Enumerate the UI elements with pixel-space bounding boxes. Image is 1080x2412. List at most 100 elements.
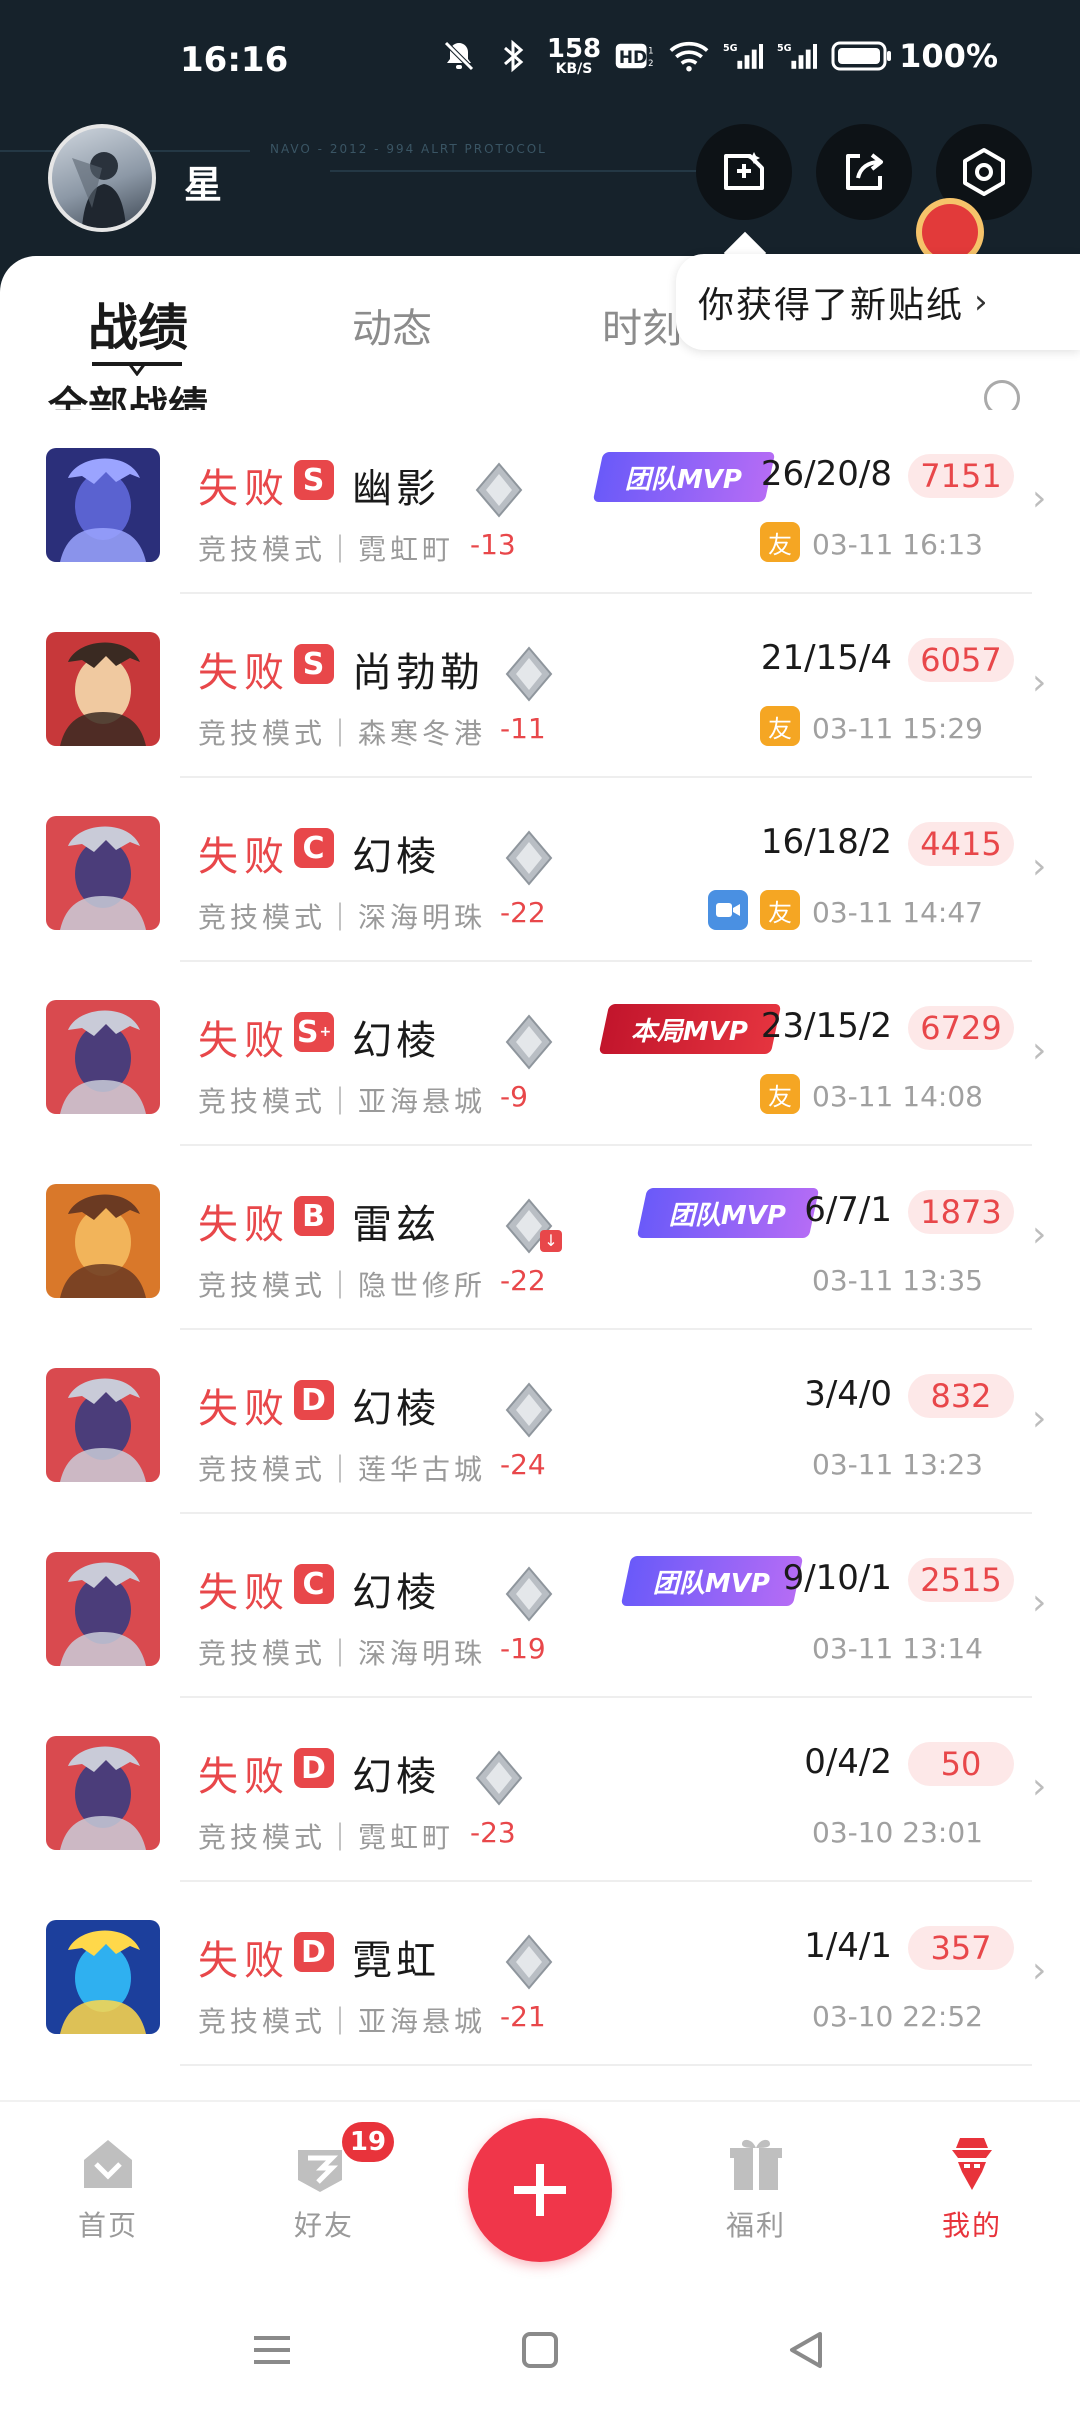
svg-text:2: 2 bbox=[648, 58, 653, 68]
performance-grade: C bbox=[294, 828, 334, 868]
user-avatar[interactable] bbox=[48, 124, 156, 232]
chevron-right-icon: › bbox=[1032, 1950, 1047, 1991]
kda: 16/18/2 bbox=[760, 822, 892, 862]
home-square-icon[interactable] bbox=[510, 2320, 570, 2380]
hero-portrait bbox=[46, 448, 160, 562]
grade-letter: D bbox=[301, 1382, 326, 1418]
performance-grade: S bbox=[294, 460, 334, 500]
match-mode-map: 竞技模式｜森寒冬港 bbox=[198, 717, 487, 750]
nav-profile[interactable]: 我的 bbox=[912, 2132, 1032, 2244]
match-result: 失败 bbox=[198, 466, 290, 512]
friend-badge: 友 bbox=[760, 1074, 800, 1114]
section-title: 全部战绩 bbox=[48, 384, 208, 410]
hero-portrait bbox=[46, 1920, 160, 2034]
svg-text:HD: HD bbox=[619, 47, 647, 67]
nav-gifts-label: 福利 bbox=[725, 2209, 786, 2242]
kda: 3/4/0 bbox=[804, 1374, 892, 1414]
match-row[interactable]: 失败 B 雷兹 竞技模式｜隐世修所 ↓ -22 团队MVP 6/7/1 1873 03-11 1… bbox=[0, 1146, 1080, 1330]
rank-diamond-icon bbox=[505, 646, 553, 702]
chevron-right-icon: › bbox=[1032, 1766, 1047, 1807]
profile-icon bbox=[940, 2132, 1004, 2196]
info-icon[interactable] bbox=[984, 380, 1020, 410]
hero-name: 幻棱 bbox=[352, 1754, 440, 1800]
friend-badge: 友 bbox=[760, 706, 800, 746]
match-time: 03-10 23:01 bbox=[812, 1816, 983, 1849]
nav-home[interactable]: 首页 bbox=[48, 2132, 168, 2244]
match-row[interactable]: 失败 C 幻棱 竞技模式｜深海明珠 -19 团队MVP 9/10/1 2515 03-11 1… bbox=[0, 1514, 1080, 1698]
hero-name: 幻棱 bbox=[352, 1570, 440, 1616]
match-row[interactable]: 失败 S 尚勃勒 竞技模式｜森寒冬港 -11 21/15/4 6057 友 03-11 15:… bbox=[0, 594, 1080, 778]
kda: 6/7/1 bbox=[804, 1190, 892, 1230]
grade-letter: B bbox=[302, 1198, 325, 1234]
tab-moments[interactable]: 时刻 bbox=[602, 296, 682, 354]
performance-grade: D bbox=[294, 1748, 334, 1788]
sticker-button[interactable] bbox=[696, 124, 792, 220]
performance-grade: B bbox=[294, 1196, 334, 1236]
nav-gifts[interactable]: 福利 bbox=[696, 2132, 816, 2244]
hero-name: 幻棱 bbox=[352, 834, 440, 880]
match-row[interactable]: 失败 D 霓虹 竞技模式｜亚海悬城 -21 1/4/1 357 03-10 22:52 › bbox=[0, 1882, 1080, 2066]
grade-letter: S bbox=[302, 646, 325, 682]
rank-points-change: -22 bbox=[500, 896, 546, 929]
match-mode-map: 竞技模式｜亚海悬城 bbox=[198, 1085, 487, 1118]
match-mode-map: 竞技模式｜莲华古城 bbox=[198, 1453, 487, 1486]
match-time: 03-11 14:08 bbox=[812, 1080, 983, 1113]
video-replay-icon[interactable] bbox=[708, 890, 748, 930]
match-mode-map: 竞技模式｜霓虹町 bbox=[198, 1821, 455, 1854]
create-post-button[interactable] bbox=[468, 2118, 612, 2262]
match-row[interactable]: 失败 D 幻棱 竞技模式｜霓虹町 -23 0/4/2 50 03-10 23:01 › bbox=[0, 1698, 1080, 1882]
status-time: 16:16 bbox=[180, 40, 289, 80]
section-header: 全部战绩 bbox=[0, 380, 1080, 410]
match-row[interactable]: 失败 S + 幻棱 竞技模式｜亚海悬城 -9 本局MVP 23/15/2 6729 友 03-11… bbox=[0, 962, 1080, 1146]
menu-icon[interactable] bbox=[242, 2320, 302, 2380]
mvp-badge: 团队MVP bbox=[620, 1556, 804, 1606]
match-row[interactable]: 失败 C 幻棱 竞技模式｜深海明珠 -22 16/18/2 4415 友 03-11 14:4… bbox=[0, 778, 1080, 962]
rank-points-change: -23 bbox=[470, 1816, 516, 1849]
mvp-badge: 团队MVP bbox=[592, 452, 776, 502]
back-icon[interactable] bbox=[776, 2320, 836, 2380]
match-result: 失败 bbox=[198, 1202, 290, 1248]
home-icon bbox=[76, 2132, 140, 2196]
kda: 9/10/1 bbox=[782, 1558, 892, 1598]
combat-score: 2515 bbox=[908, 1558, 1014, 1602]
nav-home-label: 首页 bbox=[77, 2209, 138, 2242]
kda: 23/15/2 bbox=[760, 1006, 892, 1046]
rank-points-change: -11 bbox=[500, 712, 546, 745]
match-result: 失败 bbox=[198, 1386, 290, 1432]
match-result: 失败 bbox=[198, 1754, 290, 1800]
hero-name: 幻棱 bbox=[352, 1018, 440, 1064]
mvp-label: 团队MVP bbox=[653, 1568, 771, 1599]
rank-diamond-icon bbox=[505, 830, 553, 886]
chevron-right-icon: › bbox=[1032, 662, 1047, 703]
rank-down-icon: ↓ bbox=[540, 1230, 562, 1252]
match-time: 03-11 14:47 bbox=[812, 896, 983, 929]
kda: 26/20/8 bbox=[760, 454, 892, 494]
system-navigation-bar bbox=[0, 2280, 1080, 2412]
sticker-reward-icon bbox=[922, 204, 978, 260]
grade-letter: S bbox=[296, 1014, 319, 1050]
new-sticker-tooltip[interactable]: 你获得了新贴纸 › bbox=[676, 254, 1080, 350]
friend-badge: 友 bbox=[760, 522, 800, 562]
combat-score: 1873 bbox=[908, 1190, 1014, 1234]
rank-points-change: -19 bbox=[500, 1632, 546, 1665]
mvp-badge: 团队MVP bbox=[636, 1188, 820, 1238]
svg-text:5G: 5G bbox=[723, 43, 738, 54]
rank-points-change: -21 bbox=[500, 2000, 546, 2033]
grade-letter: C bbox=[302, 1566, 325, 1602]
hero-name: 雷兹 bbox=[352, 1202, 440, 1248]
tab-records[interactable]: 战绩 bbox=[88, 288, 188, 360]
match-row[interactable]: 失败 D 幻棱 竞技模式｜莲华古城 -24 3/4/0 832 03-11 13:23 › bbox=[0, 1330, 1080, 1514]
performance-grade: D bbox=[294, 1380, 334, 1420]
mvp-label: 团队MVP bbox=[625, 464, 743, 495]
signal-5g-icon: 5G bbox=[777, 36, 818, 76]
share-button[interactable] bbox=[816, 124, 912, 220]
header-decor-line bbox=[330, 170, 750, 172]
match-result: 失败 bbox=[198, 834, 290, 880]
match-row[interactable]: 失败 S 幽影 竞技模式｜霓虹町 -13 团队MVP 26/20/8 7151 友 03-11 … bbox=[0, 410, 1080, 594]
header-decor-text: NAVO - 2012 - 994 ALRT PROTOCOL bbox=[270, 142, 547, 156]
battery-status: 100% bbox=[831, 37, 998, 75]
performance-grade: C bbox=[294, 1564, 334, 1604]
tab-feed[interactable]: 动态 bbox=[352, 296, 432, 354]
mvp-label: 团队MVP bbox=[669, 1200, 787, 1231]
grade-letter: C bbox=[302, 830, 325, 866]
